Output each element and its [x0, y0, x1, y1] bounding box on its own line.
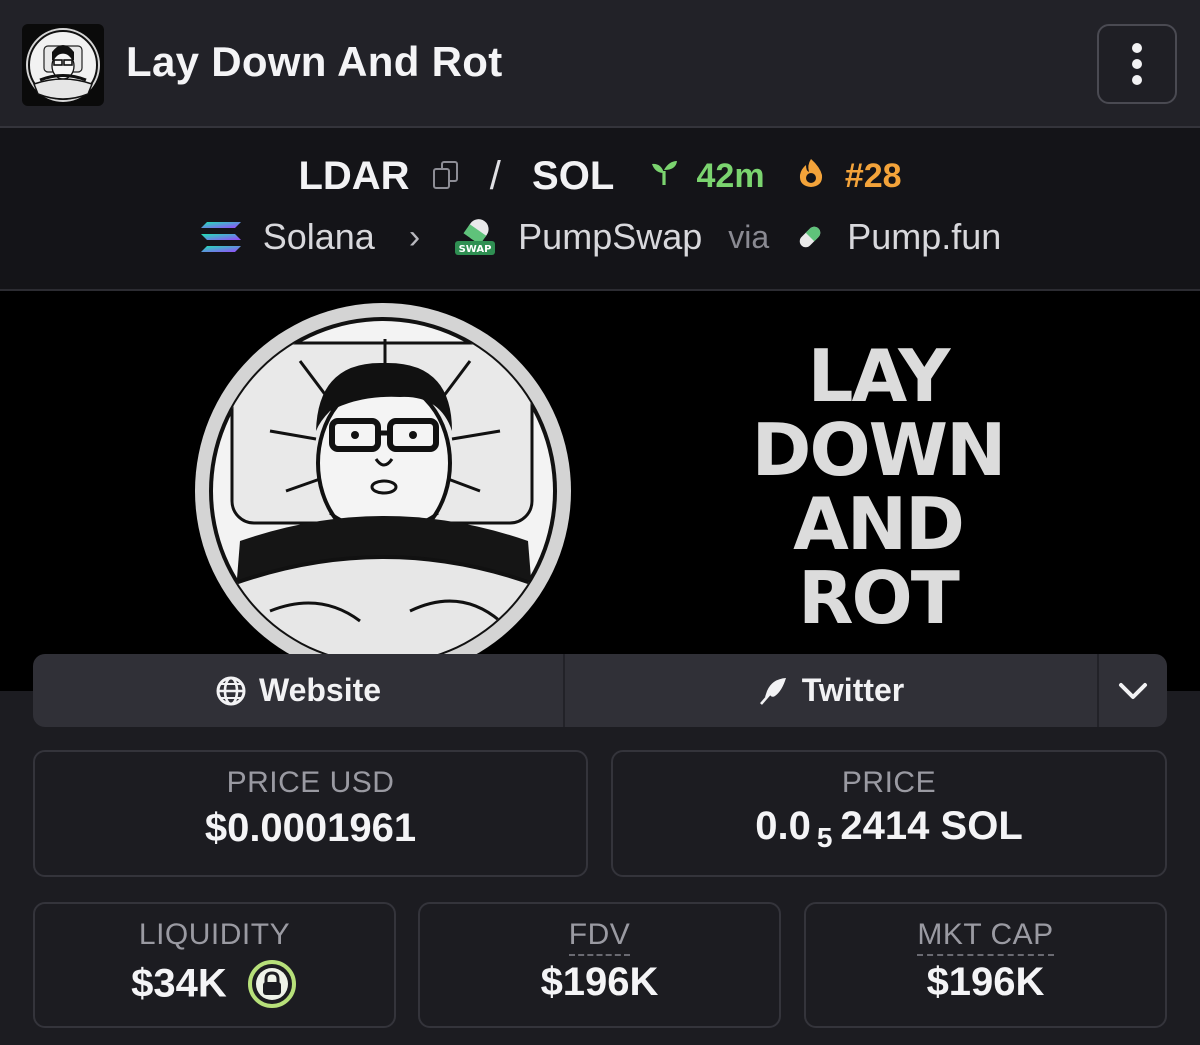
token-avatar-icon[interactable]	[22, 24, 104, 106]
market-cap-card: MKT CAP $196K	[804, 902, 1167, 1028]
base-symbol: LDAR	[298, 153, 410, 198]
chain-line: Solana › SWAP PumpSwap via Pump.fun	[0, 214, 1200, 258]
chain-name[interactable]: Solana	[263, 216, 375, 258]
price-native-label: PRICE	[841, 766, 937, 799]
sprout-icon	[649, 157, 679, 196]
twitter-label: Twitter	[801, 672, 905, 708]
price-usd-value: $0.0001961	[204, 806, 417, 850]
chevron-down-icon	[1119, 682, 1147, 699]
liquidity-label: LIQUIDITY	[138, 918, 291, 951]
more-links-button[interactable]	[1099, 654, 1167, 727]
banner-word-down: DOWN	[751, 408, 1007, 492]
social-links: Website Twitter	[33, 654, 1167, 727]
banner-word-lay: LAY	[807, 334, 951, 418]
pair-separator: /	[489, 153, 501, 198]
price-zero-count: 5	[816, 822, 833, 853]
feather-icon	[759, 677, 786, 705]
banner-word-rot: ROT	[798, 556, 960, 640]
price-usd-card: PRICE USD $0.0001961	[33, 750, 588, 877]
fdv-label-row: FDV	[420, 918, 779, 956]
more-vertical-icon	[1132, 43, 1142, 53]
website-label: Website	[258, 672, 382, 708]
solana-icon	[200, 222, 241, 253]
banner-word-and: AND	[793, 482, 965, 566]
pair-age: 42m	[696, 156, 765, 195]
more-menu-button[interactable]	[1097, 24, 1177, 104]
flame-icon	[796, 154, 826, 199]
fdv-label[interactable]: FDV	[568, 918, 631, 956]
svg-text:SWAP: SWAP	[459, 244, 492, 255]
market-cap-value: $196K	[926, 960, 1045, 1004]
via-label: via	[728, 218, 770, 255]
price-native-card: PRICE 0.0 5 2414 SOL	[611, 750, 1167, 877]
pill-icon	[799, 227, 821, 248]
pair-line: LDAR / SOL 42m #28	[0, 152, 1200, 199]
chevron-right-icon: ›	[408, 217, 421, 256]
fdv-value: $196K	[540, 960, 659, 1004]
market-cap-label[interactable]: MKT CAP	[917, 918, 1054, 956]
token-header: Lay Down And Rot	[0, 0, 1200, 128]
website-button[interactable]: Website	[33, 654, 565, 727]
fdv-card: FDV $196K	[418, 902, 781, 1028]
liquidity-card: LIQUIDITY $34K	[33, 902, 396, 1028]
page-title: Lay Down And Rot	[126, 38, 503, 85]
twitter-button[interactable]: Twitter	[565, 654, 1099, 727]
lock-icon[interactable]	[246, 958, 298, 1010]
price-native-value: 0.0 5 2414 SOL	[613, 804, 1165, 853]
more-vertical-icon-dot	[1132, 59, 1142, 69]
launchpad-name[interactable]: Pump.fun	[847, 216, 1001, 258]
dex-name[interactable]: PumpSwap	[518, 216, 702, 258]
quote-symbol: SOL	[532, 153, 615, 198]
price-digits: 2414 SOL	[840, 804, 1023, 848]
price-prefix: 0.0	[755, 804, 811, 848]
copy-icon[interactable]	[432, 161, 459, 191]
globe-icon	[216, 676, 246, 705]
more-vertical-icon-dot	[1132, 75, 1142, 85]
liquidity-value-row: $34K	[35, 958, 394, 1010]
market-cap-label-row: MKT CAP	[806, 918, 1165, 956]
price-usd-label: PRICE USD	[226, 766, 395, 799]
pumpswap-icon: SWAP	[455, 219, 496, 256]
liquidity-value: $34K	[131, 961, 227, 1006]
token-banner: LAY DOWN AND ROT	[0, 291, 1200, 691]
trending-rank[interactable]: #28	[845, 157, 902, 196]
